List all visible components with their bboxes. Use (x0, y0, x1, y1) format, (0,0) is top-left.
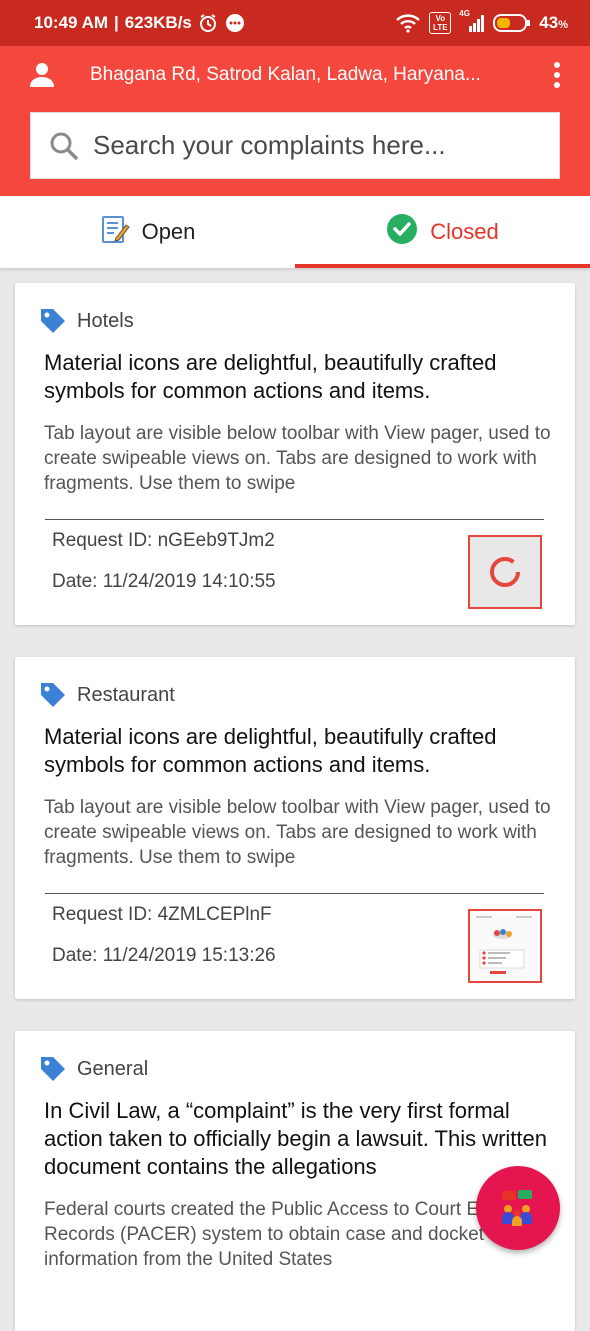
category: Restaurant (39, 681, 175, 709)
complaint-card[interactable]: Restaurant Material icons are delightful… (15, 657, 575, 999)
category-label: Hotels (77, 309, 134, 332)
request-id: Request ID: 4ZMLCEPlnF (52, 904, 272, 925)
tab-open-label: Open (141, 219, 196, 244)
complaint-title: In Civil Law, a “complaint” is the very … (44, 1098, 548, 1179)
chat-icon (224, 12, 246, 34)
check-circle-icon (386, 213, 418, 251)
tab-bar: Open Closed (0, 196, 590, 268)
complaint-title: Material icons are delightful, beautiful… (44, 724, 497, 777)
profile-icon[interactable] (28, 61, 56, 94)
search-input[interactable] (91, 129, 535, 162)
category: General (39, 1055, 148, 1083)
loading-spinner-icon (490, 557, 520, 587)
complaint-title: Material icons are delightful, beautiful… (44, 350, 497, 403)
screenshot-preview-image (472, 913, 538, 979)
volte-icon: Vo LTE (429, 12, 452, 34)
complaint-description: Tab layout are visible below toolbar wit… (44, 797, 551, 868)
divider (45, 519, 544, 520)
status-bar: 10:49 AM | 623KB/s Vo LTE 4G 43% (0, 0, 590, 46)
complaint-card[interactable]: Hotels Material icons are delightful, be… (15, 283, 575, 625)
category: Hotels (39, 307, 134, 335)
status-time: 10:49 AM (34, 13, 109, 32)
complaint-description: Tab layout are visible below toolbar wit… (44, 423, 551, 494)
app-bar: Bhagana Rd, Satrod Kalan, Ladwa, Haryana… (0, 46, 590, 196)
search-bar[interactable] (30, 112, 560, 179)
network-speed: 623KB/s (124, 13, 192, 32)
complaint-date: Date: 11/24/2019 15:13:26 (52, 945, 276, 966)
battery-icon (493, 13, 531, 33)
battery-level: 43% (539, 13, 568, 32)
attachment-thumbnail[interactable] (468, 909, 542, 983)
divider (45, 893, 544, 894)
request-id: Request ID: nGEeb9TJm2 (52, 530, 275, 551)
community-chat-icon (502, 1190, 532, 1226)
alarm-icon (198, 13, 218, 33)
tab-closed-label: Closed (430, 219, 499, 244)
tag-icon (41, 683, 65, 707)
search-icon (50, 132, 78, 160)
tab-open[interactable]: Open (0, 196, 295, 268)
complaint-date: Date: 11/24/2019 14:10:55 (52, 571, 276, 592)
tag-icon (41, 309, 65, 333)
signal-icon: 4G (459, 9, 485, 33)
current-location[interactable]: Bhagana Rd, Satrod Kalan, Ladwa, Haryana… (90, 64, 520, 86)
wifi-icon (395, 13, 421, 33)
notepad-icon (100, 214, 130, 250)
overflow-menu-icon[interactable] (546, 60, 568, 92)
tab-closed[interactable]: Closed (295, 196, 590, 268)
category-label: Restaurant (77, 683, 175, 706)
category-label: General (77, 1057, 149, 1080)
floating-action-button[interactable] (476, 1166, 560, 1250)
attachment-thumbnail[interactable] (468, 535, 542, 609)
tag-icon (41, 1057, 65, 1081)
